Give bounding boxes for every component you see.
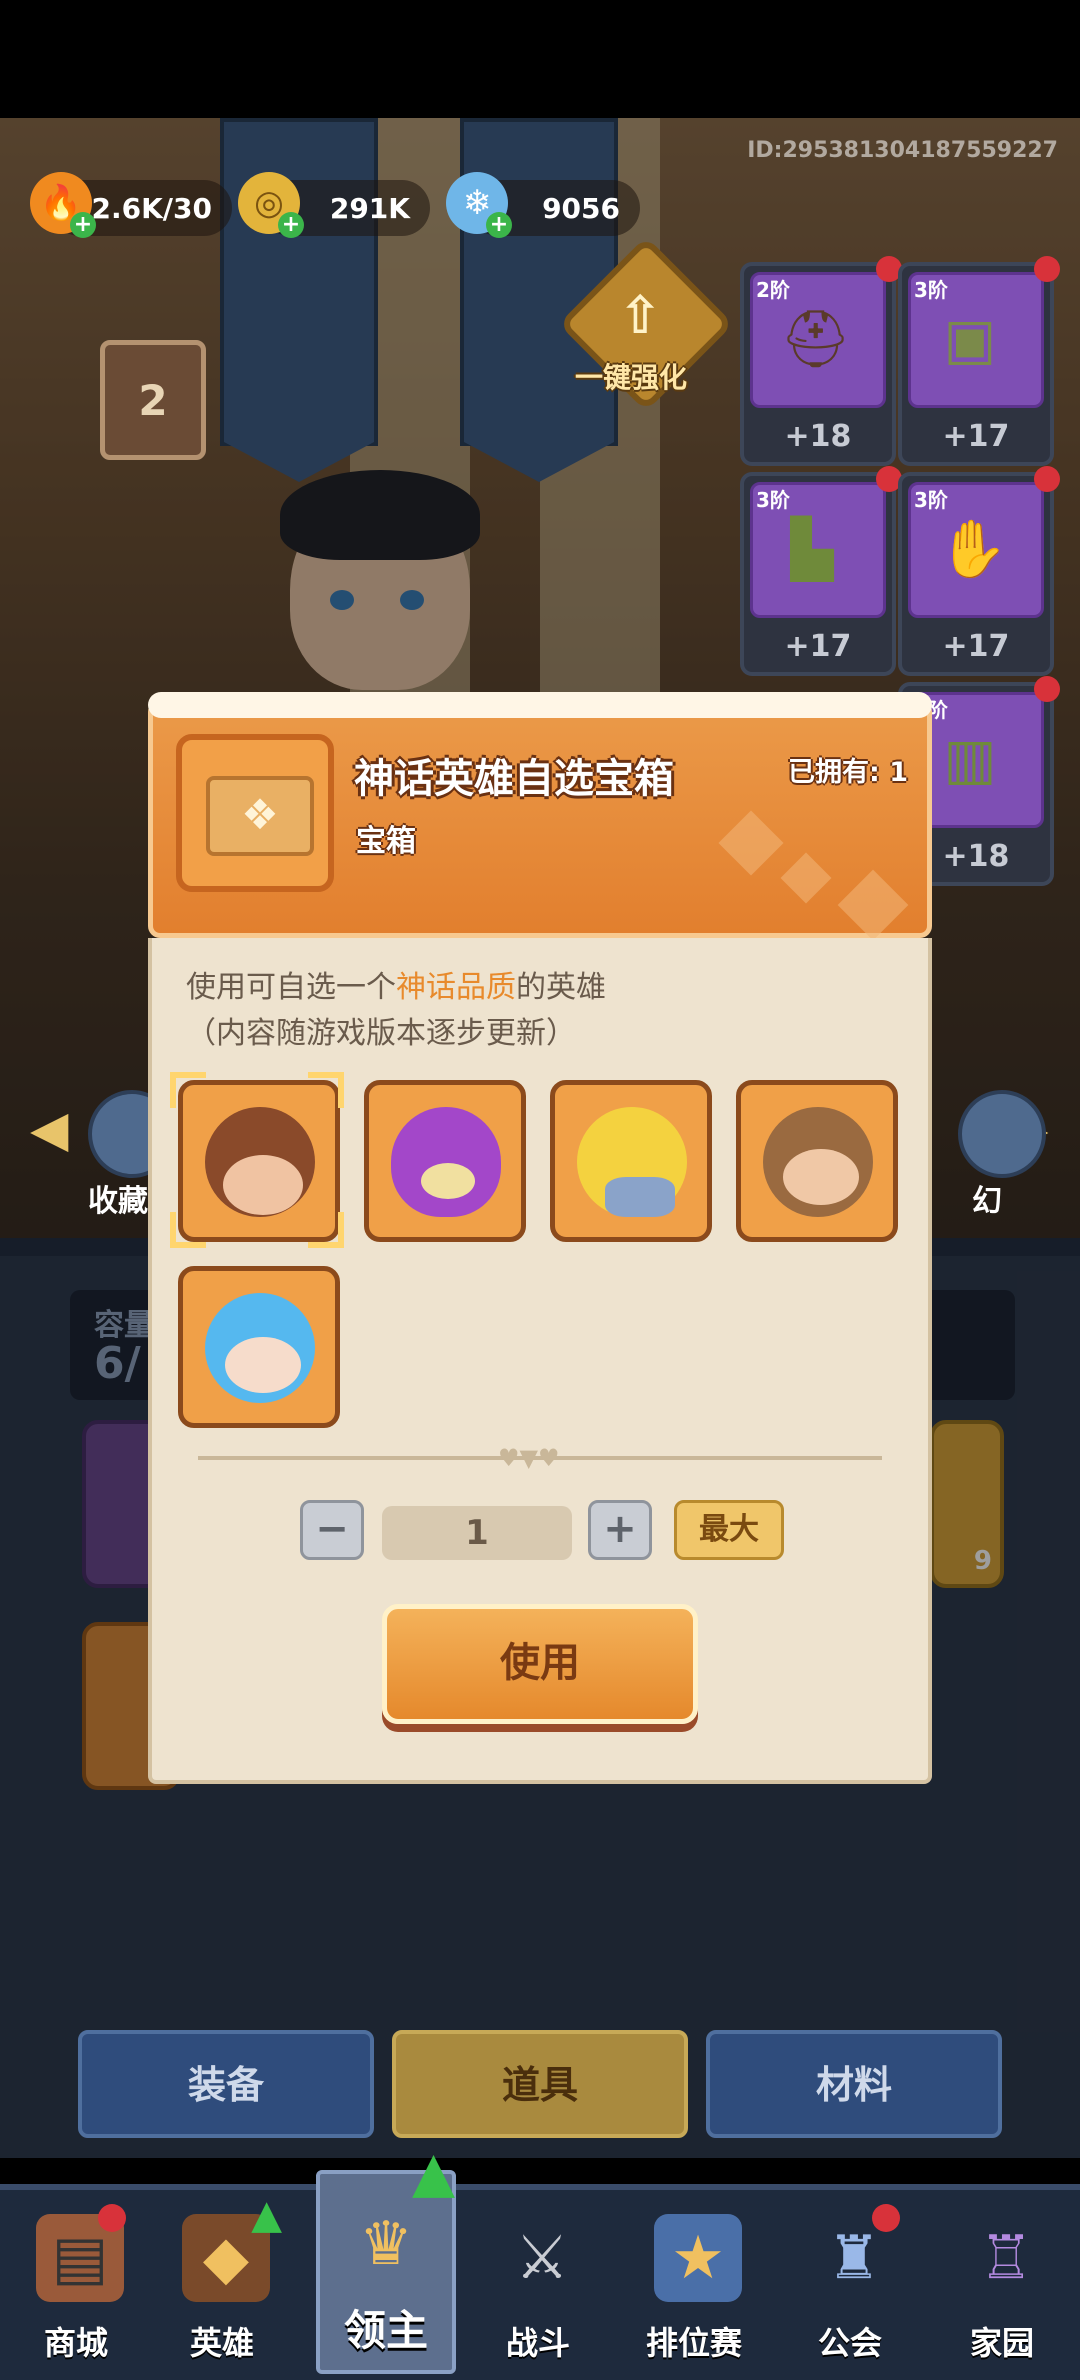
tab-items[interactable]: 道具 [392,2030,688,2138]
nav-label: 家园 [969,2324,1034,2362]
status-bar [0,0,1080,118]
notification-dot [872,2204,900,2232]
lord-level-badge[interactable]: 2 [100,340,206,460]
equipment-bonus: +17 [942,419,1010,454]
item-title: 神话英雄自选宝箱 [354,756,674,802]
nav-heroes[interactable]: ◆ ▲ 英雄 [150,2190,294,2374]
tab-equipment[interactable]: 装备 [78,2030,374,2138]
owned-label: 已拥有: [787,757,880,788]
player-id: ID:29538130418755922​7 [747,138,1058,163]
nav-label: 公会 [817,2324,882,2362]
notification-dot [1034,256,1060,282]
crystal-value: 9056 [542,191,620,225]
use-button[interactable]: 使用 [382,1604,698,1724]
hero-portrait [391,1107,501,1217]
increase-quantity-button[interactable]: + [588,1500,652,1560]
equipment-bonus: +17 [784,629,852,664]
equipment-grade: 3阶 [914,278,948,302]
item-type: 宝箱 [356,824,416,859]
upgrade-arrow-icon: ▲ [251,2192,282,2238]
lord-level: 2 [138,375,168,425]
coin-icon: ◎ + [238,172,304,238]
equipment-grade: 3阶 [756,488,790,512]
nav-ranked[interactable]: ★ 排位赛 [622,2190,766,2374]
item-description-note: （内容随游戏版本逐步更新） [186,1016,576,1051]
equipment-slot-helmet[interactable]: 2阶 ⛑ +18 [740,256,902,466]
pants-icon: ▥ [943,727,997,792]
left-arrow-icon[interactable]: ◀ [30,1100,68,1158]
crossed-swords-icon: ⚔ [515,2223,569,2293]
home-castle-icon: ♖ [979,2223,1033,2293]
equipment-slot-gloves[interactable]: 3阶 ✋ +17 [898,466,1060,676]
collection-label: 收藏 [88,1184,148,1219]
nav-battle[interactable]: ⚔ 战斗 [466,2190,610,2374]
selection-corner [170,1212,206,1248]
selection-corner [308,1212,344,1248]
notification-dot [98,2204,126,2232]
owned-count: 已拥有: 1 [788,750,908,789]
nav-label: 排位赛 [645,2324,742,2362]
equipment-slot-armor[interactable]: 3阶 ▣ +17 [898,256,1060,466]
equipment-slot-boots[interactable]: 3阶 ▙ +17 [740,466,902,676]
equipment-bonus: +17 [942,629,1010,664]
divider-ornament: ♥▼♥ [498,1444,560,1472]
illusion-label: 幻 [972,1184,1002,1219]
hero-option-monkey-king[interactable] [736,1080,898,1242]
add-stamina-icon[interactable]: + [70,212,96,238]
upgrade-arrow-icon: ▲ [412,2140,456,2205]
owned-value: 1 [889,757,908,788]
add-crystal-icon[interactable]: + [486,212,512,238]
chest-emblem-icon: ❖ [206,776,314,856]
up-arrow-icon: ⇧ [618,286,662,346]
shield-star-icon: ★ [654,2214,742,2302]
desc-text: 的英雄 [516,970,606,1005]
flame-icon: 🔥 + [30,172,96,238]
equipment-grade: 3阶 [914,488,948,512]
armor-icon: ▣ [943,307,997,372]
modal-frost-trim [148,692,932,718]
quantity-field[interactable]: 1 [382,1506,572,1560]
one-click-upgrade-label: 一键强化 [575,361,688,394]
notification-dot [1034,676,1060,702]
desc-highlight: 神话品质 [396,970,516,1005]
equipment-bonus: +18 [784,419,852,454]
nav-home[interactable]: ♖ 家园 [930,2190,1074,2374]
hero-option-purple-flame[interactable] [364,1080,526,1242]
stamina-value: 2.6K/30 [91,191,213,225]
equipment-grade: 2阶 [756,278,790,302]
decrease-quantity-button[interactable]: − [300,1500,364,1560]
notification-dot [1034,466,1060,492]
tab-materials[interactable]: 材料 [706,2030,1002,2138]
illusion-icon[interactable] [958,1090,1046,1178]
add-gold-icon[interactable]: + [278,212,304,238]
nav-label: 英雄 [189,2324,254,2362]
treasure-chest-icon: ❖ [176,734,334,892]
helmet-icon: ⛑ [780,307,852,372]
max-quantity-button[interactable]: 最大 [674,1500,784,1560]
desc-text: 使用可自选一个 [186,970,396,1005]
crystal-icon: ❄ + [446,172,512,238]
hero-option-blue-hair[interactable] [178,1266,340,1428]
selection-corner [170,1072,206,1108]
nav-label: 战斗 [505,2324,570,2362]
item-detail-modal: ❖ 神话英雄自选宝箱 宝箱 已拥有: 1 使用可自选一个神话品质的英雄 （内容随… [148,692,932,1784]
nav-label: 领主 [343,2306,428,2355]
nav-label: 商城 [43,2324,108,2362]
selection-corner [308,1072,344,1108]
gold-value: 291K [329,191,410,225]
boots-icon: ▙ [790,517,834,582]
gloves-icon: ✋ [938,517,1008,582]
nav-guild[interactable]: ♜ 公会 [778,2190,922,2374]
crown-banner-icon: ♛ [359,2209,413,2279]
nav-shop[interactable]: ▤ 商城 [4,2190,148,2374]
hero-option-yellow-spiky[interactable] [550,1080,712,1242]
item-description: 使用可自选一个神话品质的英雄 [186,962,606,1006]
